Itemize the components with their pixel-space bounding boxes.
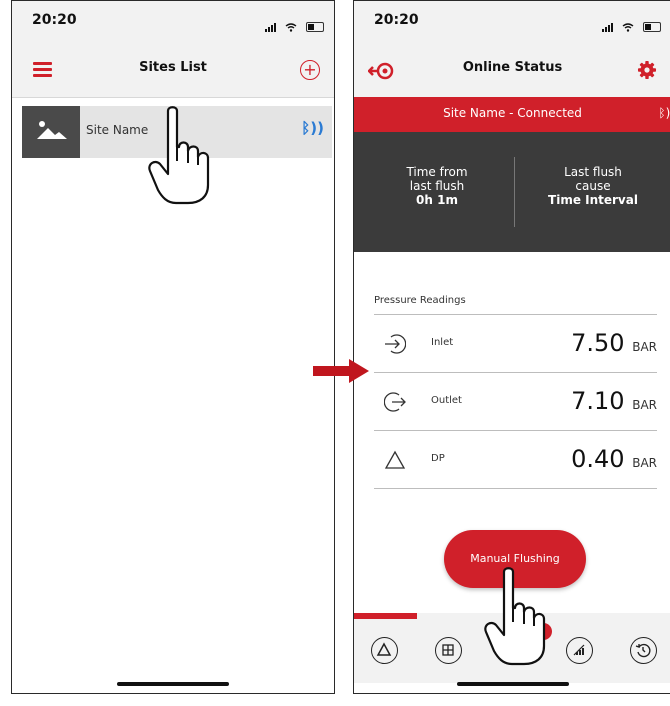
image-placeholder-icon <box>22 106 80 158</box>
nav-bar: Online Status <box>354 41 670 98</box>
gear-icon[interactable] <box>637 60 657 80</box>
tab-signal-icon[interactable] <box>566 637 593 664</box>
inlet-arrow-icon <box>385 334 406 354</box>
delta-icon <box>384 450 406 469</box>
wifi-icon <box>285 23 297 32</box>
status-time: 20:20 <box>374 12 419 28</box>
time-since-flush-label-2: last flush <box>409 179 465 193</box>
last-flush-cause: Last flush cause Time Interval <box>514 165 670 207</box>
site-name: Site Name <box>86 123 149 137</box>
reading-row-dp: DP 0.40 BAR <box>374 431 657 489</box>
reading-row-outlet: Outlet 7.10 BAR <box>374 373 657 431</box>
bluetooth-icon: ᛒ)) <box>301 119 324 137</box>
tab-grid-icon[interactable] <box>435 637 462 664</box>
reading-row-inlet: Inlet 7.50 BAR <box>374 315 657 373</box>
pointing-hand-icon <box>484 567 546 666</box>
last-flush-cause-value: Time Interval <box>548 193 638 207</box>
reading-value: 7.10 BAR <box>571 387 657 415</box>
status-time: 20:20 <box>32 12 77 28</box>
battery-icon <box>643 22 661 32</box>
page-title: Sites List <box>139 60 207 75</box>
battery-icon <box>306 22 324 32</box>
red-arrow-icon <box>313 359 369 383</box>
reading-value: 0.40 BAR <box>571 445 657 473</box>
last-flush-cause-label: Last flush <box>564 165 622 179</box>
tab-delta-icon[interactable] <box>371 637 398 664</box>
reading-label: Outlet <box>431 395 462 406</box>
time-since-flush-label: Time from <box>406 165 468 179</box>
active-tab-indicator <box>354 613 417 619</box>
tab-history-icon[interactable] <box>630 637 657 664</box>
wifi-icon <box>622 23 634 32</box>
bluetooth-icon: ᛒ)) <box>658 106 670 120</box>
reading-label: Inlet <box>431 337 454 348</box>
pressure-section-label: Pressure Readings <box>374 295 466 306</box>
flush-info-panel: Time from last flush 0h 1m Last flush ca… <box>354 132 670 252</box>
reading-label: DP <box>431 453 445 464</box>
pointing-hand-icon <box>148 106 210 205</box>
status-bar: 20:20 <box>12 1 334 41</box>
reading-unit: BAR <box>632 456 657 470</box>
reading-value: 7.50 BAR <box>571 329 657 357</box>
connection-banner: Site Name - Connected ᛒ)) <box>354 97 670 132</box>
page-title: Online Status <box>462 60 563 75</box>
status-indicators <box>601 13 661 32</box>
add-site-button[interactable]: + <box>300 60 320 80</box>
reading-unit: BAR <box>632 398 657 412</box>
connection-status-text: Site Name - Connected <box>443 106 582 120</box>
reading-unit: BAR <box>632 340 657 354</box>
time-since-flush-value: 0h 1m <box>416 193 458 207</box>
nav-bar: Sites List + <box>12 41 334 98</box>
home-indicator <box>456 682 569 686</box>
time-since-flush: Time from last flush 0h 1m <box>358 165 516 207</box>
status-indicators <box>264 13 324 32</box>
outlet-arrow-icon <box>384 392 406 412</box>
last-flush-cause-label-2: cause <box>575 179 611 193</box>
status-bar: 20:20 <box>354 1 670 41</box>
home-indicator <box>117 682 229 686</box>
